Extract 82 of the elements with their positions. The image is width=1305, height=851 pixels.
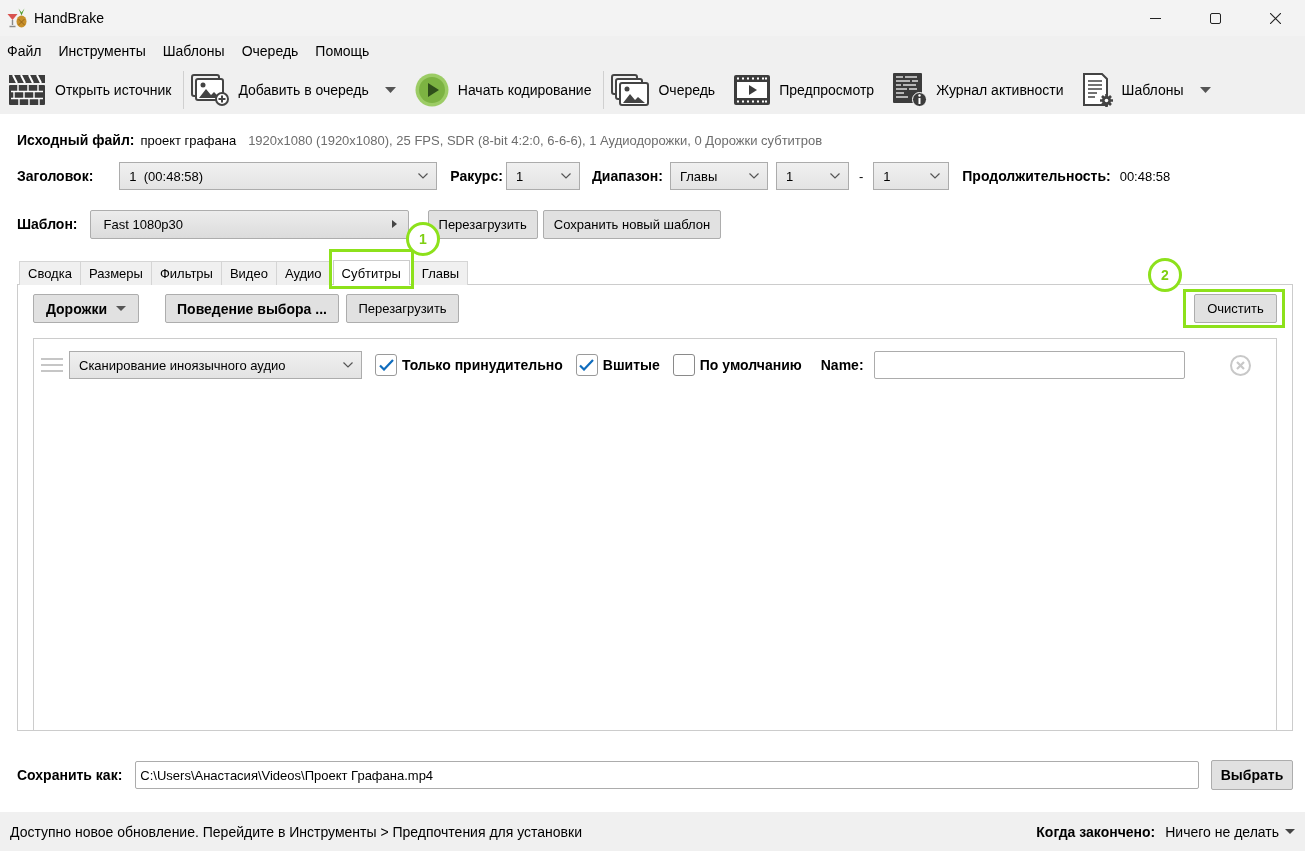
browse-button[interactable]: Выбрать bbox=[1211, 760, 1293, 790]
chevron-down-icon bbox=[748, 173, 759, 179]
selection-behavior-button[interactable]: Поведение выбора ... bbox=[165, 294, 339, 323]
preset-label: Шаблон: bbox=[17, 216, 78, 232]
title-dropdown[interactable]: 1 (00:48:58) bbox=[119, 162, 438, 190]
app-logo-icon bbox=[7, 8, 27, 28]
clapperboard-icon bbox=[8, 75, 46, 105]
when-done-dropdown[interactable]: Ничего не делать bbox=[1165, 823, 1295, 840]
maximize-icon bbox=[1209, 12, 1221, 24]
range-mode-dropdown[interactable]: Главы bbox=[669, 162, 768, 190]
chevron-down-icon bbox=[930, 173, 941, 179]
menu-item[interactable]: Файл bbox=[0, 36, 50, 66]
toolbar-button[interactable]: Очередь bbox=[611, 70, 716, 110]
range-separator: - bbox=[858, 168, 864, 184]
tab[interactable]: Субтитры bbox=[332, 260, 410, 285]
name-label: Name: bbox=[820, 357, 864, 373]
angle-dropdown[interactable]: 1 bbox=[505, 162, 580, 190]
close-icon bbox=[1269, 12, 1281, 24]
preset-action-button[interactable]: Сохранить новый шаблон bbox=[542, 209, 722, 239]
play-icon bbox=[414, 73, 449, 107]
input-field[interactable]: C:\Users\Анастасия\Videos\Проект Графана.mp4 bbox=[135, 761, 1199, 789]
menu-item[interactable]: Очередь bbox=[233, 36, 307, 66]
checkbox[interactable] bbox=[575, 354, 598, 376]
toolbar-button[interactable]: Начать кодирование bbox=[414, 70, 592, 110]
log-info-icon bbox=[893, 73, 928, 107]
checkbox[interactable] bbox=[375, 354, 397, 376]
preset-action-button[interactable]: Перезагрузить bbox=[427, 209, 538, 239]
toolbar-button[interactable]: Шаблоны bbox=[1082, 70, 1211, 110]
callout-number: 2 bbox=[1148, 258, 1182, 292]
input-field[interactable] bbox=[873, 351, 1185, 379]
checkbox[interactable] bbox=[672, 354, 695, 376]
tab[interactable]: Сводка bbox=[19, 261, 81, 285]
reload-button[interactable]: Перезагрузить bbox=[346, 294, 459, 323]
duration-value: 00:48:58 bbox=[1119, 168, 1171, 184]
preset-selector[interactable]: Fast 1080p30 bbox=[89, 209, 409, 239]
range-label: Диапазон: bbox=[591, 168, 663, 184]
toolbar-button[interactable]: Предпросмотр bbox=[734, 70, 875, 110]
caret-icon bbox=[116, 306, 127, 311]
menu-item[interactable]: Инструменты bbox=[49, 36, 155, 66]
window-title: HandBrake bbox=[34, 10, 105, 26]
source-label: Исходный файл: bbox=[17, 132, 135, 148]
tab[interactable]: Главы bbox=[412, 261, 469, 285]
tab[interactable]: Аудио bbox=[275, 261, 331, 285]
checkbox-label: По умолчанию bbox=[699, 357, 802, 373]
drag-handle-icon[interactable] bbox=[41, 358, 63, 372]
tab[interactable]: Фильтры bbox=[150, 261, 222, 285]
title-label: Заголовок: bbox=[17, 168, 94, 184]
save-as-label: Сохранить как: bbox=[17, 767, 123, 783]
chevron-down-icon bbox=[418, 173, 429, 179]
tab[interactable]: Размеры bbox=[79, 261, 152, 285]
chevron-down-icon bbox=[343, 362, 353, 368]
document-gear-icon bbox=[1082, 73, 1113, 107]
status-message: Доступно новое обновление. Перейдите в Инструменты > Предпочтения для установки bbox=[10, 823, 582, 840]
menu-item[interactable]: Шаблоны bbox=[154, 36, 234, 66]
when-done-label: Когда закончено: bbox=[1036, 823, 1156, 840]
checkbox-label: Вшитые bbox=[602, 357, 660, 373]
duration-label: Продолжительность: bbox=[962, 168, 1111, 184]
caret-right-icon bbox=[391, 220, 397, 228]
checkmark-icon bbox=[579, 359, 595, 371]
checkmark-icon bbox=[378, 359, 394, 371]
source-name: проект графана bbox=[140, 132, 237, 148]
source-details: 1920x1080 (1920x1080), 25 FPS, SDR (8-bit 4:2:0, 6-6-6), 1 Аудиодорожки, 0 Дорожки субтитров bbox=[248, 132, 823, 148]
image-stack-icon bbox=[611, 74, 650, 106]
range-start-dropdown[interactable]: 1 bbox=[775, 162, 849, 190]
toolbar-button[interactable]: Открыть источник bbox=[8, 70, 172, 110]
remove-icon[interactable] bbox=[1229, 354, 1251, 376]
tab[interactable]: Видео bbox=[220, 261, 277, 285]
caret-icon bbox=[1285, 829, 1295, 834]
toolbar-button[interactable]: Добавить в очередь bbox=[191, 70, 396, 110]
menu-item[interactable]: Помощь bbox=[306, 36, 378, 66]
chevron-down-icon bbox=[560, 173, 571, 179]
angle-label: Ракурс: bbox=[450, 168, 503, 184]
image-add-icon bbox=[191, 74, 230, 106]
tracks-menu-button[interactable]: Дорожки bbox=[33, 294, 139, 323]
clear-button[interactable]: Очистить bbox=[1194, 294, 1277, 323]
chevron-down-icon bbox=[829, 173, 840, 179]
film-play-icon bbox=[734, 75, 771, 105]
toolbar-button[interactable]: Журнал активности bbox=[893, 70, 1064, 110]
range-end-dropdown[interactable]: 1 bbox=[873, 162, 950, 190]
checkbox-label: Только принудительно bbox=[402, 357, 563, 373]
minimize-icon bbox=[1149, 17, 1161, 19]
track-source-dropdown[interactable]: Сканирование иноязычного аудио bbox=[69, 351, 362, 379]
